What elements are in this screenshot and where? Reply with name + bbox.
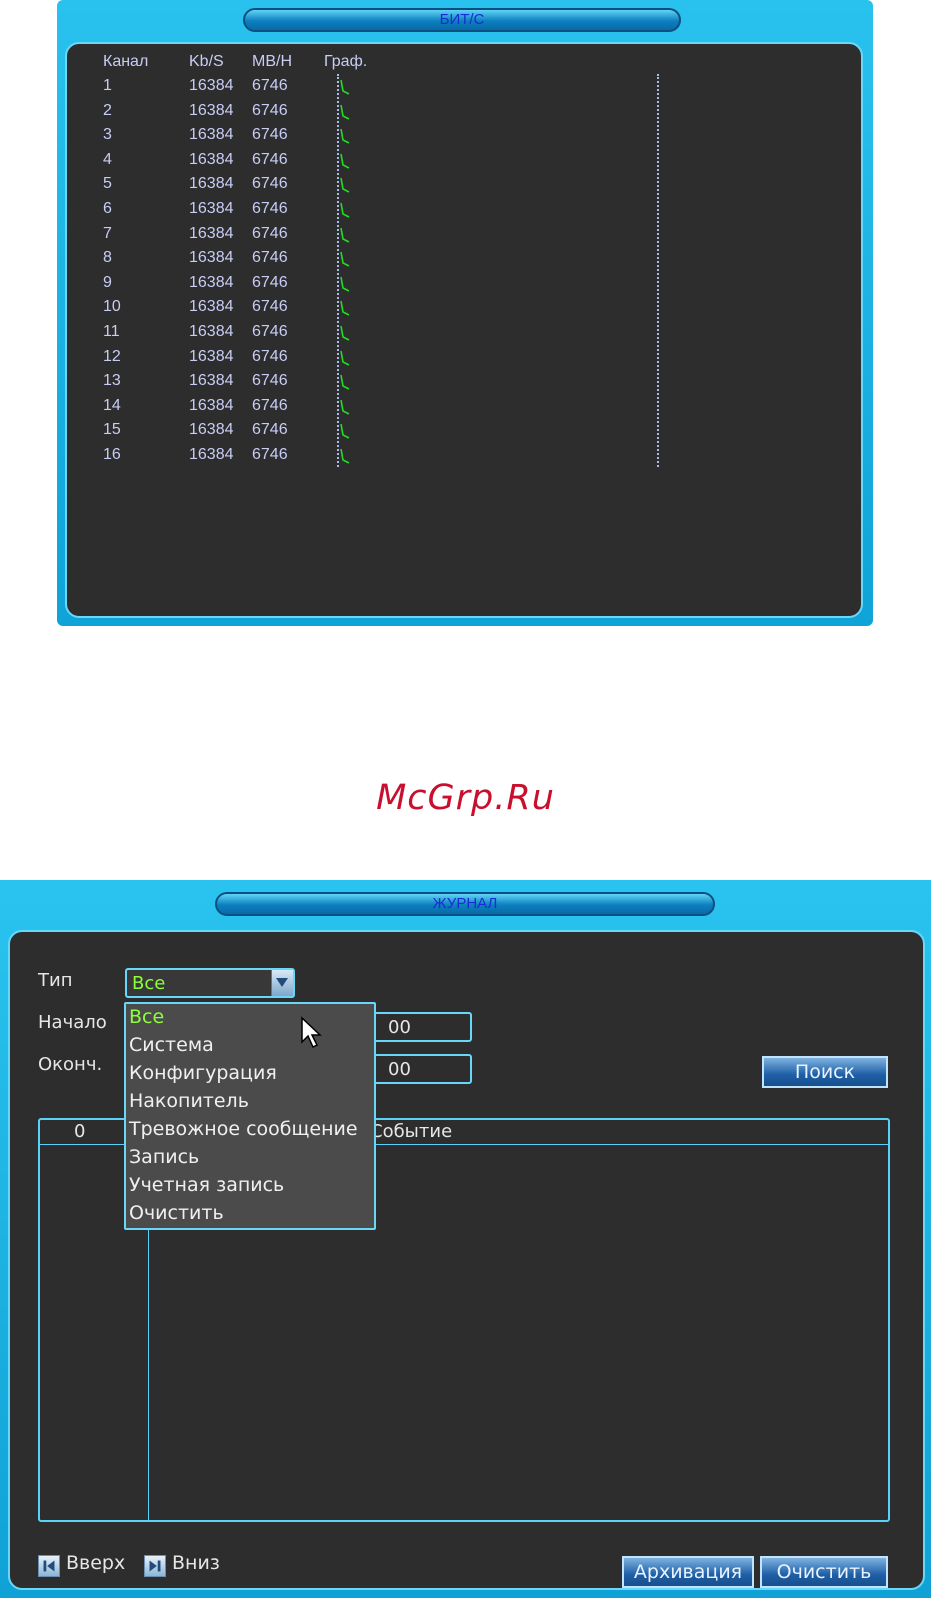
type-select[interactable]: Все — [125, 968, 295, 998]
header-channel: Канал — [103, 53, 149, 70]
channel-number: 3 — [103, 126, 112, 144]
channel-number: 14 — [103, 396, 121, 414]
kbs-value: 16384 — [189, 323, 234, 340]
mbh-value: 6746 — [252, 273, 288, 291]
channel-number: 15 — [103, 421, 121, 439]
kbs-value: 16384 — [189, 200, 234, 217]
archive-button[interactable]: Архивация — [622, 1556, 754, 1588]
kbs-value: 16384 — [189, 298, 234, 316]
channel-number: 7 — [103, 224, 112, 242]
kbs-value: 16384 — [189, 126, 234, 144]
mbh-value: 6746 — [252, 421, 288, 439]
channel-number: 16 — [103, 446, 121, 463]
channel-number: 11 — [103, 323, 120, 340]
mbh-value: 6746 — [252, 200, 288, 217]
kbs-value: 16384 — [189, 150, 234, 168]
page-up-icon — [38, 1555, 60, 1577]
bitrate-window-title: БИТ/С — [243, 8, 681, 32]
mbh-value: 6746 — [252, 150, 288, 168]
dropdown-option-system[interactable]: Система — [129, 1034, 214, 1056]
dropdown-option-account[interactable]: Учетная запись — [129, 1174, 284, 1196]
mbh-value: 6746 — [252, 298, 288, 316]
dropdown-option-clear[interactable]: Очистить — [129, 1202, 224, 1224]
channel-number: 4 — [103, 150, 112, 168]
nav-up-label: Вверх — [66, 1552, 126, 1574]
dropdown-option-record[interactable]: Запись — [129, 1146, 199, 1168]
graph-left-axis — [337, 74, 343, 467]
dropdown-option-storage[interactable]: Накопитель — [129, 1090, 249, 1112]
channel-number: 1 — [103, 77, 112, 94]
type-dropdown-menu[interactable]: Все Система Конфигурация Накопитель Трев… — [124, 1002, 376, 1230]
header-kbs: Kb/S — [189, 53, 224, 70]
mbh-value: 6746 — [252, 347, 288, 365]
search-button[interactable]: Поиск — [762, 1056, 888, 1088]
mbh-value: 6746 — [252, 446, 288, 463]
bitrate-window: БИТ/С Канал Kb/S MB/H Граф. 1 16384 6746 2 1… — [57, 0, 873, 626]
start-label: Начало — [38, 1012, 107, 1033]
page-down-icon — [144, 1555, 166, 1577]
channel-number: 13 — [103, 372, 121, 390]
mbh-value: 6746 — [252, 77, 288, 94]
kbs-value: 16384 — [189, 249, 234, 267]
mbh-value: 6746 — [252, 396, 288, 414]
graph-right-axis — [657, 74, 663, 467]
mbh-value: 6746 — [252, 224, 288, 242]
end-time-field[interactable]: 00 — [368, 1054, 472, 1084]
kbs-value: 16384 — [189, 372, 234, 390]
watermark-text: McGrp.Ru — [376, 778, 555, 818]
channel-number: 5 — [103, 175, 112, 193]
channel-number: 9 — [103, 273, 112, 291]
channel-number: 10 — [103, 298, 121, 316]
kbs-value: 16384 — [189, 396, 234, 414]
mouse-cursor-icon — [301, 1016, 322, 1049]
chevron-down-icon[interactable] — [271, 970, 293, 996]
kbs-value: 16384 — [189, 77, 234, 94]
kbs-value: 16384 — [189, 421, 234, 439]
start-time-field[interactable]: 00 — [368, 1012, 472, 1042]
type-select-value: Все — [132, 973, 166, 994]
kbs-value: 16384 — [189, 175, 234, 193]
end-time-value: 00 — [388, 1059, 411, 1080]
dropdown-option-all[interactable]: Все — [129, 1006, 164, 1028]
kbs-value: 16384 — [189, 224, 234, 242]
nav-down-label: Вниз — [172, 1552, 220, 1574]
mbh-value: 6746 — [252, 249, 288, 267]
kbs-value: 16384 — [189, 347, 234, 365]
journal-window-title: ЖУРНАЛ — [215, 892, 715, 916]
type-label: Тип — [38, 970, 73, 991]
table-header-event: Событие — [370, 1121, 453, 1142]
dropdown-option-alarm[interactable]: Тревожное сообщение — [129, 1118, 358, 1140]
dropdown-option-config[interactable]: Конфигурация — [129, 1062, 277, 1084]
channel-number: 8 — [103, 249, 112, 267]
mbh-value: 6746 — [252, 101, 288, 119]
clear-button[interactable]: Очистить — [760, 1556, 888, 1588]
start-time-value: 00 — [388, 1017, 411, 1038]
mbh-value: 6746 — [252, 372, 288, 390]
kbs-value: 16384 — [189, 273, 234, 291]
header-mbh: MB/H — [252, 53, 292, 70]
table-header-index: 0 — [74, 1121, 86, 1142]
mbh-value: 6746 — [252, 126, 288, 144]
channel-number: 2 — [103, 101, 112, 119]
header-graph: Граф. — [324, 53, 368, 70]
mbh-value: 6746 — [252, 323, 288, 340]
channel-number: 6 — [103, 200, 112, 217]
kbs-value: 16384 — [189, 446, 234, 463]
mbh-value: 6746 — [252, 175, 288, 193]
kbs-value: 16384 — [189, 101, 234, 119]
channel-number: 12 — [103, 347, 121, 365]
journal-panel: Тип Все Начало 00 Оконч. 00 Поиск 0 Собы… — [8, 930, 925, 1590]
end-label: Оконч. — [38, 1054, 103, 1075]
bitrate-table-panel: Канал Kb/S MB/H Граф. 1 16384 6746 2 16384 67… — [65, 42, 863, 618]
journal-window: ЖУРНАЛ Тип Все Начало 00 Оконч. 00 Поиск… — [0, 880, 931, 1598]
